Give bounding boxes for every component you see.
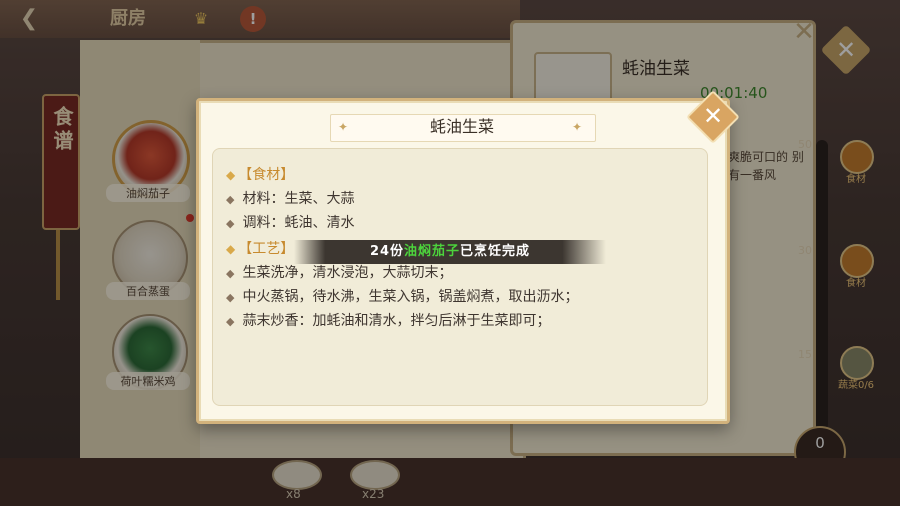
bullet-icon: ◆ xyxy=(226,291,235,304)
process-text: 生菜洗净，清水浸泡，大蒜切末； xyxy=(242,265,453,281)
ingredient-line: ◆ 材料：生菜、大蒜 xyxy=(226,188,354,208)
process-line: ◆ 中火蒸锅，待水沸，生菜入锅，锅盖焖煮，取出沥水； xyxy=(226,286,578,306)
toast-prefix: 24份 xyxy=(369,244,405,259)
process-heading: 【工艺】 xyxy=(238,241,295,257)
section-heading-process: ◆ 【工艺】 xyxy=(226,238,294,258)
ingredient-text: 调料：蚝油、清水 xyxy=(242,215,355,231)
process-text: 中火蒸锅，待水沸，生菜入锅，锅盖焖煮，取出沥水； xyxy=(242,289,579,305)
ingredients-heading: 【食材】 xyxy=(238,167,295,183)
process-text: 蒜末炒香：加蚝油和清水，拌匀后淋于生菜即可； xyxy=(242,313,551,329)
toast-text: 24份油焖茄子已烹饪完成 xyxy=(294,240,606,264)
process-line: ◆ 生菜洗净，清水浸泡，大蒜切末； xyxy=(226,262,452,282)
ingredient-text: 材料：生菜、大蒜 xyxy=(242,191,355,207)
ingredient-line: ◆ 调料：蚝油、清水 xyxy=(226,212,354,232)
diamond-icon: ◆ xyxy=(226,242,236,256)
section-heading-ingredients: ◆ 【食材】 xyxy=(226,164,294,184)
toast-suffix: 已烹饪完成 xyxy=(460,244,531,259)
bullet-icon: ◆ xyxy=(226,217,235,230)
process-line: ◆ 蒜末炒香：加蚝油和清水，拌匀后淋于生菜即可； xyxy=(226,310,550,330)
bullet-icon: ◆ xyxy=(226,193,235,206)
close-icon: ✕ xyxy=(702,102,724,130)
bullet-icon: ◆ xyxy=(226,315,235,328)
diamond-icon: ◆ xyxy=(226,168,236,182)
modal-title: 蚝油生菜 xyxy=(429,117,494,136)
toast-dish: 油焖茄子 xyxy=(404,244,461,259)
bullet-icon: ◆ xyxy=(226,267,235,280)
